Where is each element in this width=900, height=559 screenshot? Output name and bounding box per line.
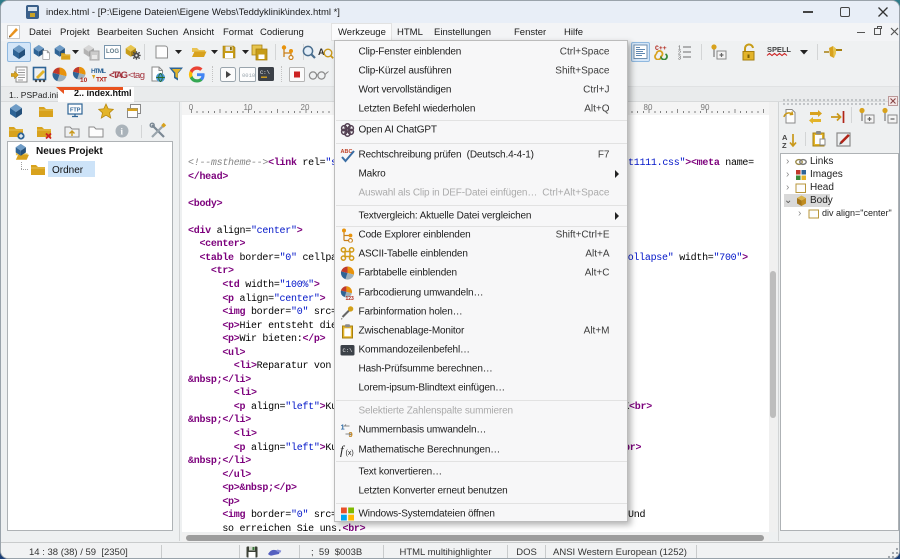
svg-text:3: 3 — [678, 56, 681, 61]
svg-text:Z: Z — [782, 141, 787, 150]
svg-text:HTML: HTML — [91, 68, 106, 75]
svg-text:(x): (x) — [345, 450, 353, 457]
svg-text:C:\: C:\ — [260, 69, 270, 76]
svg-text:<TAG: <TAG — [109, 70, 128, 81]
svg-text:123: 123 — [345, 296, 354, 301]
svg-text:1: 1 — [340, 423, 344, 432]
svg-text:10: 10 — [80, 77, 88, 83]
svg-text:0010: 0010 — [242, 72, 255, 79]
svg-text:C:\: C:\ — [342, 347, 352, 354]
svg-text:FTP: FTP — [70, 108, 81, 114]
svg-text:SPELL: SPELL — [767, 45, 791, 54]
svg-text:TXT: TXT — [96, 77, 107, 84]
svg-text:<tag: <tag — [128, 70, 145, 81]
